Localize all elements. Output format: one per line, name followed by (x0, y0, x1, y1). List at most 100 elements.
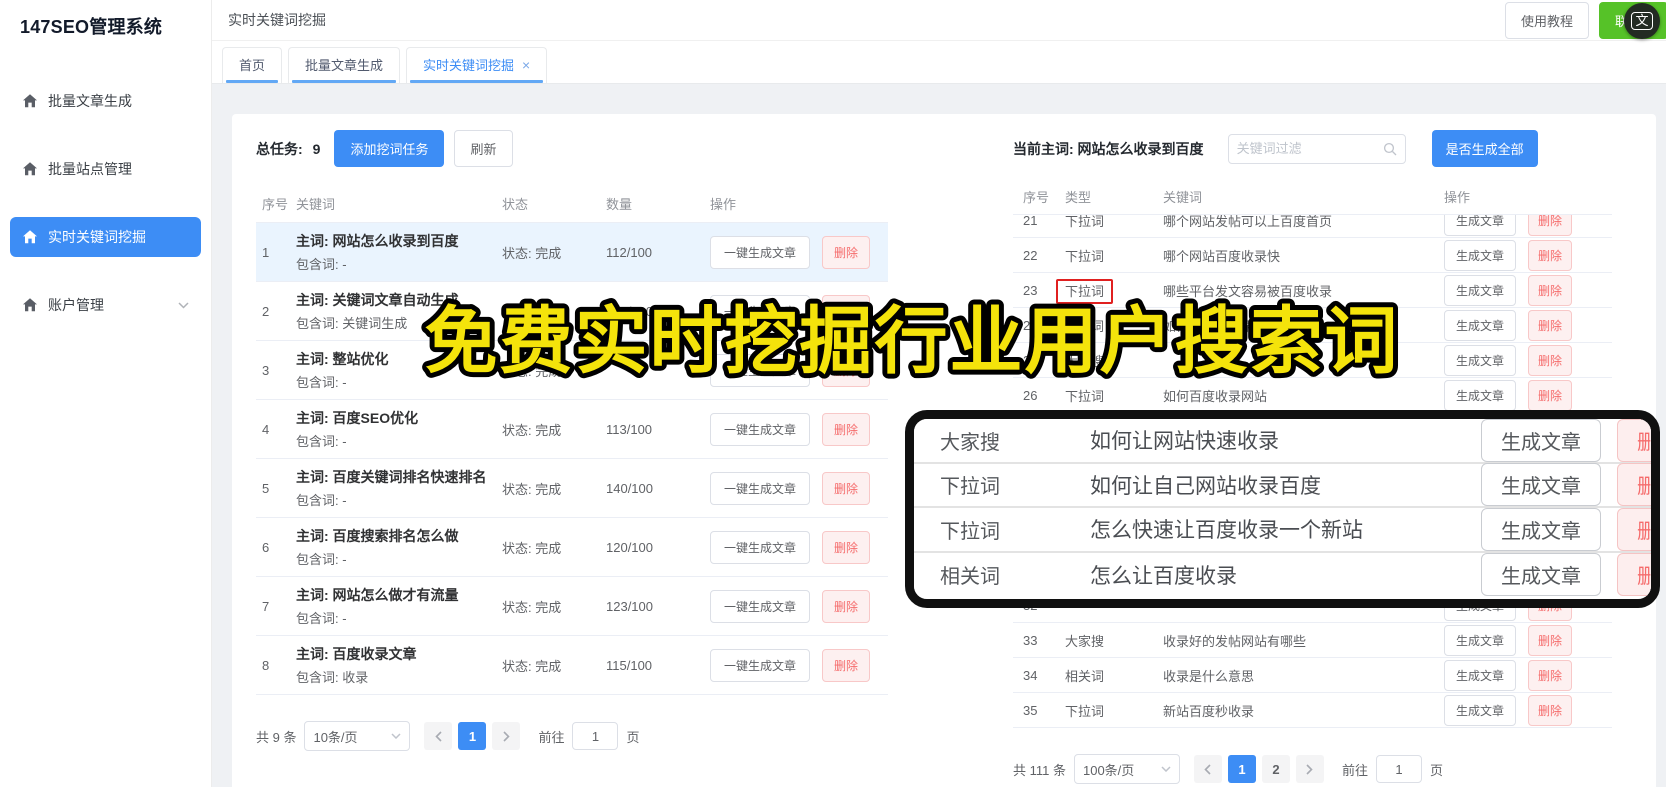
tab-home[interactable]: 首页 (222, 47, 283, 83)
sidebar-item-label: 实时关键词挖掘 (48, 229, 146, 245)
sidebar-item-4[interactable]: 账户管理 (10, 285, 201, 325)
delete-button[interactable]: 删除 (822, 589, 871, 623)
generate-article-button[interactable]: 生成文章 (1444, 694, 1517, 726)
generate-article-button[interactable]: 生成文章 (1444, 624, 1517, 656)
task-row[interactable]: 6 主词: 百度搜索排名怎么做 包含词: - 状态: 完成 120/100 一键生成文章删… (256, 518, 888, 577)
delete-button[interactable]: 删除 (1528, 659, 1573, 691)
generate-article-button[interactable]: 生成文章 (1444, 274, 1517, 306)
delete-button[interactable]: 删除 (822, 648, 871, 682)
generate-article-button[interactable]: 生成文章 (1444, 215, 1517, 236)
task-row[interactable]: 5 主词: 百度关键词排名快速排名 包含词: - 状态: 完成 140/100 一键生成文… (256, 459, 888, 518)
task-row[interactable]: 4 主词: 百度SEO优化 包含词: - 状态: 完成 113/100 一键生成文章 删除 (256, 400, 888, 459)
goto-page-input[interactable] (572, 722, 619, 750)
app-logo: 147SEO管理系统 (20, 17, 163, 37)
generate-article-button[interactable]: 一键生成文章 (710, 294, 811, 328)
task-keyword-cell: 主词: 整站优化 包含词: - (296, 349, 502, 391)
refresh-button[interactable]: 刷新 (454, 130, 513, 167)
delete-button[interactable]: 删除 (822, 353, 871, 387)
sidebar-menu: 批量文章生成 批量站点管理实时关键词挖掘账户管理 (0, 49, 211, 325)
goto-page-input[interactable] (1376, 755, 1422, 783)
delete-button[interactable]: 删除 (822, 471, 871, 505)
task-row[interactable]: 3 主词: 整站优化 包含词: - 状态: 完成 一键生成文章 删除 (256, 341, 888, 400)
app-root: 147SEO管理系统 批量文章生成 批量站点管理 实时关键词挖掘 账户管理 实时关键词… (0, 0, 1666, 787)
add-task-button[interactable]: 添加挖词任务 (334, 130, 445, 167)
delete-button[interactable]: 删除 (1528, 379, 1573, 411)
generate-article-button[interactable]: 生成文章 (1481, 419, 1601, 462)
generate-article-button[interactable]: 生成文章 (1444, 309, 1517, 341)
delete-button[interactable]: 删除 (1617, 463, 1651, 507)
delete-button[interactable]: 删除 (822, 412, 871, 446)
sidebar-item-1[interactable]: 批量文章生成 (10, 81, 201, 121)
row-index: 3 (262, 362, 270, 378)
generate-article-button[interactable]: 生成文章 (1444, 239, 1517, 271)
page-size-select[interactable]: 10条/页 (304, 721, 411, 751)
prev-page-button[interactable] (424, 722, 453, 750)
page-number-1[interactable]: 1 (1227, 755, 1256, 783)
floating-widget[interactable]: 文 (1624, 3, 1660, 39)
delete-button[interactable]: 删除 (1617, 553, 1651, 597)
generate-article-button[interactable]: 生成文章 (1444, 379, 1517, 411)
generate-article-button[interactable]: 生成文章 (1481, 463, 1601, 507)
next-page-button[interactable] (492, 722, 521, 750)
task-status: 状态: 完成 (502, 540, 562, 556)
sidebar-item-2[interactable]: 批量站点管理 (10, 149, 201, 189)
generate-article-button[interactable]: 一键生成文章 (710, 412, 811, 446)
generate-article-button[interactable]: 生成文章 (1481, 553, 1601, 597)
keyword-type: 下拉词 (1065, 215, 1163, 230)
task-row[interactable]: 7 主词: 网站怎么做才有流量 包含词: - 状态: 完成 123/100 一键生成文章删… (256, 577, 888, 636)
keyword-row: 25 大家搜 生成文章 删除 (1013, 343, 1612, 378)
inset-row: 下拉词 怎么快速让百度收录一个新站 生成文章删除 (914, 507, 1651, 553)
delete-button[interactable]: 删除 (1528, 215, 1573, 236)
tutorial-button[interactable]: 使用教程 (1504, 1, 1589, 39)
delete-button[interactable]: 删除 (1528, 624, 1573, 656)
sidebar-item-3[interactable]: 实时关键词挖掘 (10, 217, 201, 257)
task-row[interactable]: 2 主词: 关键词文章自动生成 包含词: 关键词生成 状态: 完成 100/100 一键生… (256, 282, 888, 341)
delete-button[interactable]: 删除 (1617, 507, 1651, 551)
task-actions: 一键生成文章 删除 (710, 235, 888, 269)
generate-article-button[interactable]: 一键生成文章 (710, 648, 811, 682)
keyword-filter-input[interactable] (1236, 141, 1383, 156)
generate-all-button[interactable]: 是否生成全部 (1431, 130, 1538, 167)
delete-button[interactable]: 删除 (1528, 694, 1573, 726)
prev-page-button[interactable] (1193, 755, 1222, 783)
close-icon[interactable]: × (522, 58, 530, 72)
generate-article-button[interactable]: 生成文章 (1444, 659, 1517, 691)
task-main-word: 主词: 整站优化 (296, 351, 389, 367)
delete-button[interactable]: 删除 (822, 235, 871, 269)
home-icon (22, 297, 38, 313)
total-tasks-value: 9 (312, 140, 321, 157)
task-status: 状态: 完成 (502, 658, 562, 674)
delete-button[interactable]: 删除 (822, 294, 871, 328)
generate-article-button[interactable]: 一键生成文章 (710, 471, 811, 505)
generate-article-button[interactable]: 一键生成文章 (710, 353, 811, 387)
task-main-word: 主词: 网站怎么做才有流量 (296, 587, 459, 603)
generate-article-button[interactable]: 一键生成文章 (710, 589, 811, 623)
tab-batch-article[interactable]: 批量文章生成 (288, 47, 401, 83)
delete-button[interactable]: 删除 (1528, 239, 1573, 271)
keyword-type: 大家搜 (1065, 351, 1163, 370)
keyword-type: 下拉词 (1065, 386, 1163, 405)
keyword-type-label: 相关词 (1065, 668, 1105, 684)
generate-article-button[interactable]: 生成文章 (1444, 344, 1517, 376)
page-number-1[interactable]: 1 (458, 722, 487, 750)
generate-article-button[interactable]: 一键生成文章 (710, 235, 811, 269)
delete-button[interactable]: 删除 (1617, 419, 1651, 462)
delete-button[interactable]: 删除 (1528, 309, 1573, 341)
generate-article-button[interactable]: 一键生成文章 (710, 530, 811, 564)
page-number-2[interactable]: 2 (1261, 755, 1290, 783)
page-size-select[interactable]: 100条/页 (1073, 754, 1180, 784)
generate-article-button[interactable]: 生成文章 (1481, 507, 1601, 551)
task-main-word: 主词: 百度SEO优化 (296, 410, 419, 426)
delete-button[interactable]: 删除 (822, 530, 871, 564)
next-page-button[interactable] (1295, 755, 1324, 783)
delete-button[interactable]: 删除 (1528, 344, 1573, 376)
total-count: 共 111 条 (1013, 762, 1066, 778)
keyword-text: 新站百度秒收录 (1163, 703, 1255, 719)
delete-button[interactable]: 删除 (1528, 274, 1573, 306)
keyword-type-label: 下拉词 (1065, 215, 1105, 229)
tab-realtime-keyword[interactable]: 实时关键词挖掘 × (406, 47, 548, 83)
chevron-down-icon (391, 733, 401, 739)
task-panel: 总任务: 9 添加挖词任务 刷新 序号 关键词 状态 数量 操作 1 主词: 网站… (256, 130, 888, 787)
task-row[interactable]: 1 主词: 网站怎么收录到百度 包含词: - 状态: 完成 112/100 一键生成文章删… (256, 223, 888, 282)
task-row[interactable]: 8 主词: 百度收录文章 包含词: 收录 状态: 完成 115/100 一键生成文章 删除 (256, 636, 888, 695)
